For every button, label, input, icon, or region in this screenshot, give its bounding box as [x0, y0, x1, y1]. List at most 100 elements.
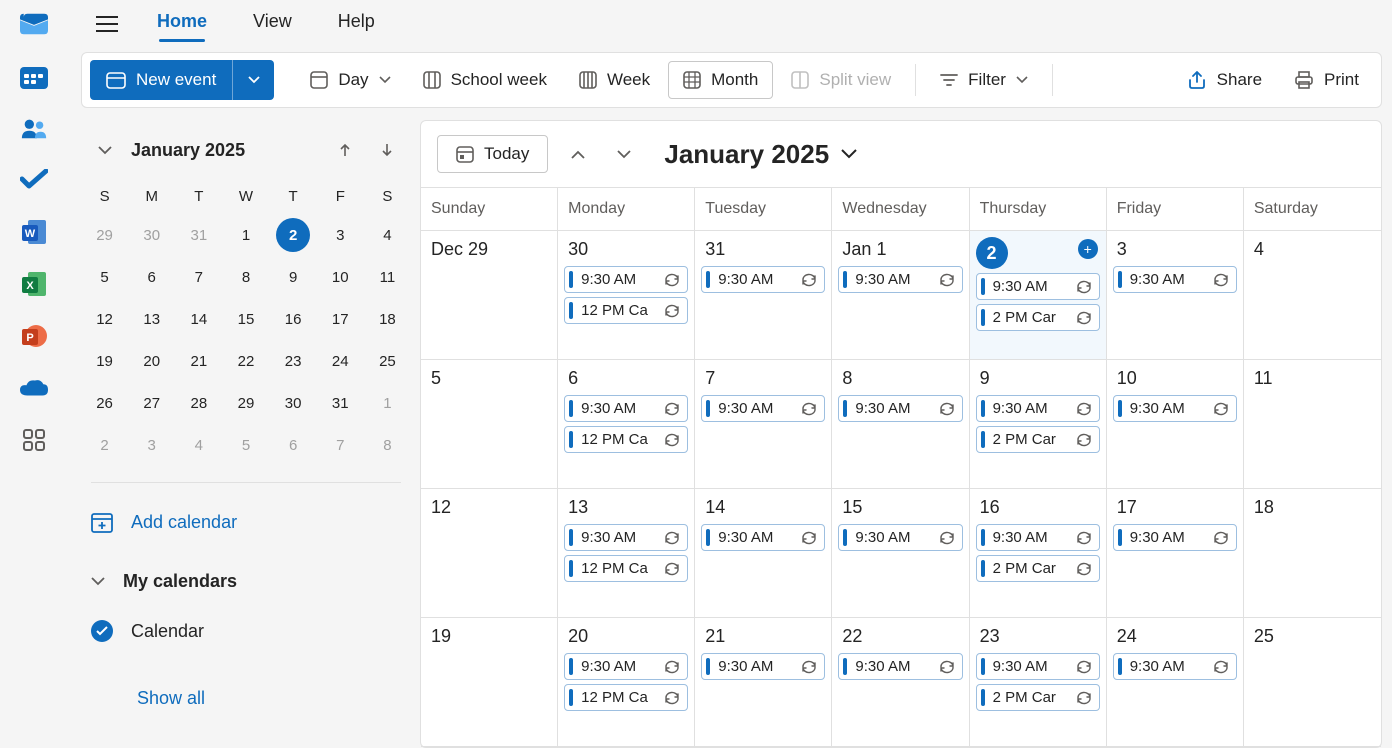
new-event-dropdown[interactable] [232, 60, 274, 100]
mini-cal-day[interactable]: 12 [81, 298, 128, 340]
mini-cal-day[interactable]: 27 [128, 382, 175, 424]
calendar-event[interactable]: 9:30 AM [976, 524, 1100, 551]
calendar-cell[interactable]: 19 [421, 618, 558, 747]
mini-cal-day[interactable]: 19 [81, 340, 128, 382]
calendar-cell[interactable]: 179:30 AM [1107, 489, 1244, 618]
calendar-cell[interactable]: 109:30 AM [1107, 360, 1244, 489]
calendar-cell[interactable]: 2+9:30 AM 2 PM Car [970, 231, 1107, 360]
mini-cal-day[interactable]: 8 [364, 424, 411, 466]
mini-cal-day[interactable]: 4 [175, 424, 222, 466]
mini-cal-prev[interactable] [329, 134, 361, 166]
calendar-cell[interactable]: 5 [421, 360, 558, 489]
calendar-event[interactable]: 9:30 AM [976, 395, 1100, 422]
calendar-event[interactable]: 9:30 AM [701, 266, 825, 293]
week-view-button[interactable]: Week [565, 62, 664, 98]
calendar-checkbox[interactable] [91, 620, 113, 642]
calendar-cell[interactable]: 99:30 AM 2 PM Car [970, 360, 1107, 489]
mini-cal-day[interactable]: 4 [364, 214, 411, 256]
calendar-event[interactable]: 9:30 AM [1113, 266, 1237, 293]
calendar-event[interactable]: 9:30 AM [701, 524, 825, 551]
calendar-cell[interactable]: 25 [1244, 618, 1381, 747]
add-event-quick-button[interactable]: + [1078, 239, 1098, 259]
calendar-event[interactable]: 9:30 AM [564, 395, 688, 422]
calendar-cell[interactable]: Jan 19:30 AM [832, 231, 969, 360]
calendar-event[interactable]: 9:30 AM [976, 653, 1100, 680]
calendar-cell[interactable]: 4 [1244, 231, 1381, 360]
mini-cal-day[interactable]: 31 [175, 214, 222, 256]
mini-cal-day[interactable]: 6 [270, 424, 317, 466]
calendar-event[interactable]: 9:30 AM [1113, 395, 1237, 422]
mini-cal-day[interactable]: 7 [175, 256, 222, 298]
calendar-item[interactable]: Calendar [81, 610, 411, 652]
mini-cal-day[interactable]: 16 [270, 298, 317, 340]
mini-cal-day[interactable]: 1 [364, 382, 411, 424]
mini-cal-day[interactable]: 7 [317, 424, 364, 466]
calendar-event[interactable]: 9:30 AM [976, 273, 1100, 300]
calendar-event[interactable]: 9:30 AM [838, 266, 962, 293]
calendar-event[interactable]: 2 PM Car [976, 684, 1100, 711]
mini-cal-day[interactable]: 24 [317, 340, 364, 382]
calendar-event[interactable]: 9:30 AM [564, 653, 688, 680]
tab-home[interactable]: Home [157, 11, 207, 38]
calendar-cell[interactable]: 18 [1244, 489, 1381, 618]
mini-cal-day[interactable]: 5 [222, 424, 269, 466]
new-event-button[interactable]: New event [90, 60, 232, 100]
mail-icon[interactable] [20, 10, 48, 38]
mini-cal-day[interactable]: 3 [317, 214, 364, 256]
mini-cal-day[interactable]: 3 [128, 424, 175, 466]
calendar-event[interactable]: 9:30 AM [838, 653, 962, 680]
calendar-event[interactable]: 12 PM Ca [564, 297, 688, 324]
calendar-event[interactable]: 12 PM Ca [564, 684, 688, 711]
mini-cal-day[interactable]: 22 [222, 340, 269, 382]
mini-cal-day[interactable]: 18 [364, 298, 411, 340]
calendar-event[interactable]: 9:30 AM [564, 524, 688, 551]
calendar-event[interactable]: 12 PM Ca [564, 555, 688, 582]
calendar-cell[interactable]: 209:30 AM 12 PM Ca [558, 618, 695, 747]
mini-cal-day[interactable]: 13 [128, 298, 175, 340]
mini-cal-day[interactable]: 14 [175, 298, 222, 340]
more-apps-icon[interactable] [20, 426, 48, 454]
calendar-cell[interactable]: 89:30 AM [832, 360, 969, 489]
mini-cal-collapse[interactable] [89, 134, 121, 166]
calendar-title[interactable]: January 2025 [664, 139, 857, 170]
people-icon[interactable] [20, 114, 48, 142]
calendar-cell[interactable]: 12 [421, 489, 558, 618]
mini-cal-day[interactable]: 17 [317, 298, 364, 340]
calendar-cell[interactable]: 69:30 AM 12 PM Ca [558, 360, 695, 489]
month-view-button[interactable]: Month [668, 61, 773, 99]
mini-cal-day[interactable]: 29 [81, 214, 128, 256]
calendar-cell[interactable]: 159:30 AM [832, 489, 969, 618]
share-button[interactable]: Share [1173, 62, 1276, 98]
school-week-button[interactable]: School week [409, 62, 561, 98]
mini-cal-day[interactable]: 2 [81, 424, 128, 466]
calendar-event[interactable]: 12 PM Ca [564, 426, 688, 453]
calendar-cell[interactable]: Dec 29 [421, 231, 558, 360]
calendar-cell[interactable]: 239:30 AM 2 PM Car [970, 618, 1107, 747]
calendar-cell[interactable]: 169:30 AM 2 PM Car [970, 489, 1107, 618]
mini-cal-day[interactable]: 8 [222, 256, 269, 298]
tab-view[interactable]: View [253, 11, 292, 38]
calendar-cell[interactable]: 149:30 AM [695, 489, 832, 618]
print-button[interactable]: Print [1280, 62, 1373, 98]
calendar-event[interactable]: 2 PM Car [976, 555, 1100, 582]
mini-cal-day[interactable]: 26 [81, 382, 128, 424]
day-view-button[interactable]: Day [296, 62, 404, 98]
calendar-cell[interactable]: 79:30 AM [695, 360, 832, 489]
calendar-cell[interactable]: 229:30 AM [832, 618, 969, 747]
calendar-event[interactable]: 2 PM Car [976, 304, 1100, 331]
onedrive-icon[interactable] [20, 374, 48, 402]
calendar-cell[interactable]: 249:30 AM [1107, 618, 1244, 747]
todo-icon[interactable] [20, 166, 48, 194]
mini-cal-day[interactable]: 29 [222, 382, 269, 424]
hamburger-button[interactable] [95, 12, 119, 36]
calendar-event[interactable]: 9:30 AM [838, 395, 962, 422]
mini-cal-day[interactable]: 23 [270, 340, 317, 382]
calendar-event[interactable]: 9:30 AM [701, 395, 825, 422]
mini-cal-day[interactable]: 31 [317, 382, 364, 424]
calendar-event[interactable]: 9:30 AM [838, 524, 962, 551]
calendar-cell[interactable]: 139:30 AM 12 PM Ca [558, 489, 695, 618]
today-button[interactable]: Today [437, 135, 548, 173]
show-all-button[interactable]: Show all [81, 674, 411, 723]
excel-icon[interactable]: X [20, 270, 48, 298]
calendar-cell[interactable]: 319:30 AM [695, 231, 832, 360]
